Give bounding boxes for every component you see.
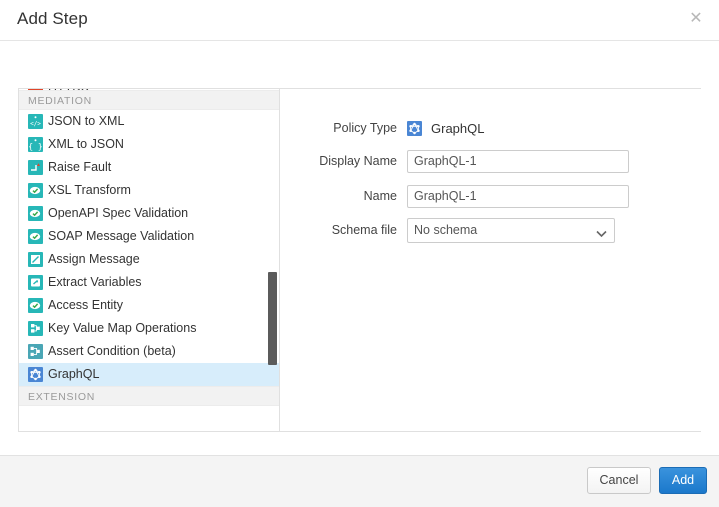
policy-type-label: Policy Type bbox=[280, 121, 407, 135]
policy-config-form: Policy Type GraphQL Display Name Name Sc… bbox=[280, 89, 701, 431]
schema-file-row: Schema file No schema bbox=[280, 216, 701, 244]
list-item-json-to-xml[interactable]: </> JSON to XML bbox=[19, 110, 280, 133]
schema-file-select-wrap: No schema bbox=[407, 218, 615, 243]
name-field[interactable] bbox=[407, 185, 629, 208]
display-name-field[interactable] bbox=[407, 150, 629, 173]
list-item-graphql[interactable]: GraphQL bbox=[19, 363, 280, 386]
list-item-label: XML to JSON bbox=[48, 133, 124, 156]
dialog-body: HTTPS MEDIATION </> JSON to XML { } XML … bbox=[18, 88, 701, 432]
list-item-openapi-spec-validation[interactable]: OpenAPI Spec Validation bbox=[19, 202, 280, 225]
soap-message-validation-icon bbox=[28, 229, 43, 244]
page-title: Add Step bbox=[17, 9, 88, 29]
https-icon bbox=[28, 89, 43, 90]
graphql-icon bbox=[407, 121, 422, 136]
list-item-label: OpenAPI Spec Validation bbox=[48, 202, 188, 225]
dialog-footer: Cancel Add bbox=[0, 455, 719, 507]
list-item-soap-message-validation[interactable]: SOAP Message Validation bbox=[19, 225, 280, 248]
list-item-label: HTTPS bbox=[48, 89, 89, 90]
name-row: Name bbox=[280, 182, 701, 210]
list-item-label: Assert Condition (beta) bbox=[48, 340, 176, 363]
policy-instance-row: Policy Instance New Existing bbox=[0, 41, 719, 86]
policy-type-text: GraphQL bbox=[431, 121, 484, 136]
list-item-label: GraphQL bbox=[48, 363, 99, 386]
graphql-icon bbox=[28, 367, 43, 382]
list-item-label: Extract Variables bbox=[48, 271, 142, 294]
name-label: Name bbox=[280, 189, 407, 203]
list-item-label: XSL Transform bbox=[48, 179, 131, 202]
json-to-xml-icon: </> bbox=[28, 114, 43, 129]
key-value-map-operations-icon bbox=[28, 321, 43, 336]
assert-condition-icon bbox=[28, 344, 43, 359]
group-header-mediation: MEDIATION bbox=[19, 90, 280, 110]
list-item-extract-variables[interactable]: Extract Variables bbox=[19, 271, 280, 294]
list-item-label: JSON to XML bbox=[48, 110, 124, 133]
policy-list: HTTPS MEDIATION </> JSON to XML { } XML … bbox=[19, 89, 280, 428]
openapi-spec-validation-icon bbox=[28, 206, 43, 221]
schema-file-label: Schema file bbox=[280, 223, 407, 237]
list-item-label: Access Entity bbox=[48, 294, 123, 317]
display-name-row: Display Name bbox=[280, 147, 701, 175]
list-item-assert-condition[interactable]: Assert Condition (beta) bbox=[19, 340, 280, 363]
list-scrollbar-thumb[interactable] bbox=[268, 272, 277, 365]
close-icon[interactable]: ✕ bbox=[685, 8, 707, 30]
access-entity-icon bbox=[28, 298, 43, 313]
svg-text:</>: </> bbox=[30, 121, 41, 128]
list-item-key-value-map-operations[interactable]: Key Value Map Operations bbox=[19, 317, 280, 340]
raise-fault-icon bbox=[28, 160, 43, 175]
list-item-raise-fault[interactable]: Raise Fault bbox=[19, 156, 280, 179]
list-scrollbar-track[interactable] bbox=[267, 89, 279, 431]
xml-to-json-icon: { } bbox=[28, 137, 43, 152]
cancel-button[interactable]: Cancel bbox=[587, 467, 651, 494]
list-item-xsl-transform[interactable]: XSL Transform bbox=[19, 179, 280, 202]
add-button[interactable]: Add bbox=[659, 467, 707, 494]
group-header-extension: EXTENSION bbox=[19, 386, 280, 406]
list-item-xml-to-json[interactable]: { } XML to JSON bbox=[19, 133, 280, 156]
schema-file-select[interactable]: No schema bbox=[407, 218, 615, 243]
list-item-label: Key Value Map Operations bbox=[48, 317, 196, 340]
list-item-label: Raise Fault bbox=[48, 156, 111, 179]
xsl-transform-icon bbox=[28, 183, 43, 198]
policy-type-row: Policy Type GraphQL bbox=[280, 114, 701, 142]
svg-text:{ }: { } bbox=[28, 142, 42, 151]
list-spacer bbox=[19, 406, 280, 428]
assign-message-icon bbox=[28, 252, 43, 267]
list-item-assign-message[interactable]: Assign Message bbox=[19, 248, 280, 271]
policy-type-value: GraphQL bbox=[407, 121, 484, 136]
list-item-label: Assign Message bbox=[48, 248, 140, 271]
extract-variables-icon bbox=[28, 275, 43, 290]
dialog-header: Add Step ✕ bbox=[0, 0, 719, 41]
policy-list-pane[interactable]: HTTPS MEDIATION </> JSON to XML { } XML … bbox=[19, 89, 280, 431]
list-item-access-entity[interactable]: Access Entity bbox=[19, 294, 280, 317]
display-name-label: Display Name bbox=[280, 154, 407, 168]
list-item-label: SOAP Message Validation bbox=[48, 225, 194, 248]
add-step-dialog: Add Step ✕ Policy Instance New Existing bbox=[0, 0, 719, 507]
